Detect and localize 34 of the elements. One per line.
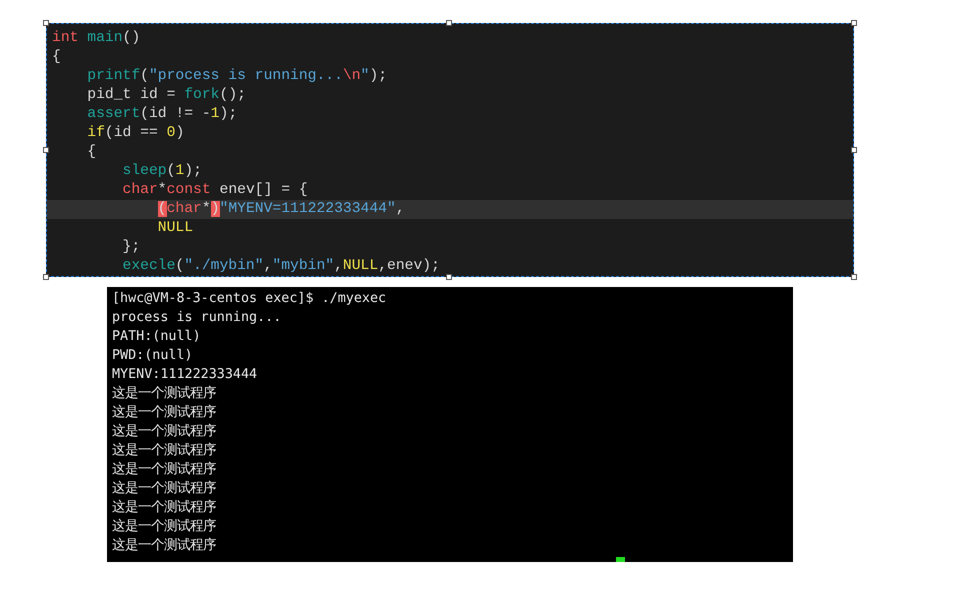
resize-handle[interactable] [446,20,452,26]
terminal-line: 这是一个测试程序 [112,422,216,441]
terminal-line: 这是一个测试程序 [112,384,216,403]
code-line: }; [122,238,142,257]
terminal-line: 这是一个测试程序 [112,480,216,498]
code-line: { [51,48,62,67]
code-line: int main() [51,29,142,48]
terminal-line: process is running... [112,309,282,327]
code-line: pid_t id = fork(); [86,86,247,105]
terminal-line: 这是一个测试程序 [112,498,216,517]
terminal-line: 这是一个测试程序 [112,460,216,479]
code-line: char*const enev[] = { [122,181,309,200]
code-line: if(id == 0) [86,124,186,143]
terminal-line: 这是一个测试程序 [112,536,216,555]
resize-handle[interactable] [446,274,452,280]
resize-handle[interactable] [851,20,857,26]
code-line: sleep(1); [122,162,203,181]
terminal-line: PWD:(null) [112,347,193,365]
code-line: printf("process is running...\n"); [86,67,388,86]
resize-handle[interactable] [851,274,857,280]
terminal-line: 这是一个测试程序 [112,404,216,422]
terminal-line: MYENV:111222333444 [112,366,258,384]
terminal-line: PATH:(null) [112,328,201,346]
terminal-line: [hwc@VM-8-3-centos exec]$ ./myexec [112,290,386,308]
code-line: assert(id != -1); [86,105,238,124]
resize-handle[interactable] [43,20,49,26]
terminal-line: 这是一个测试程序 [112,518,216,536]
resize-handle[interactable] [851,147,857,153]
resize-handle[interactable] [43,274,49,280]
code-line: NULL [156,219,194,238]
resize-handle[interactable] [43,147,49,153]
code-line: execle("./mybin","mybin",NULL,enev); [122,257,441,276]
code-line: { [86,143,98,162]
terminal-line: 这是一个测试程序 [112,442,216,460]
